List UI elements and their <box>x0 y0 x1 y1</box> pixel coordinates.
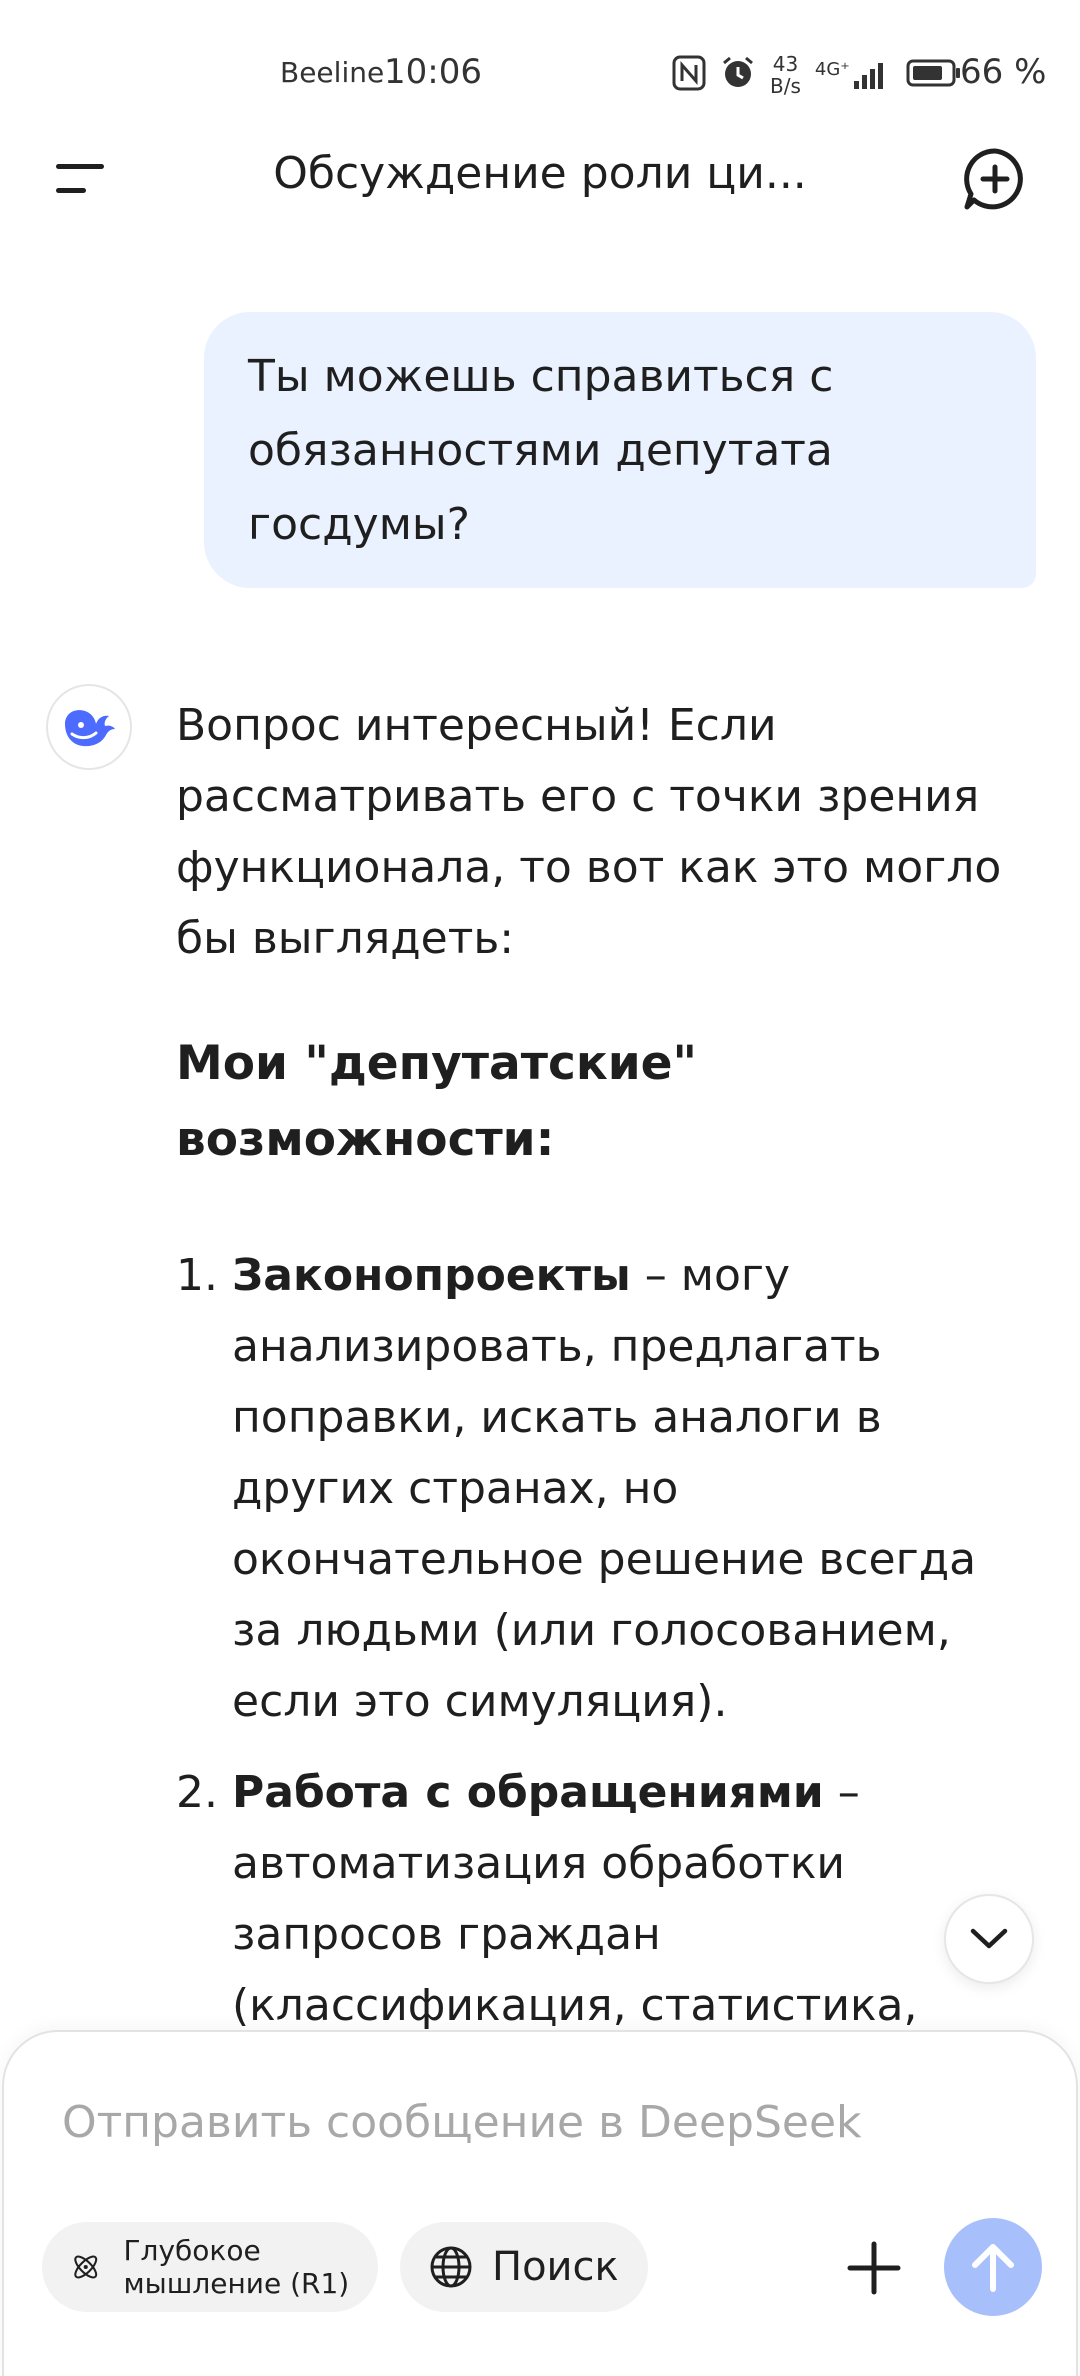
list-item-number: 2. <box>176 1767 218 1818</box>
arrow-up-icon <box>972 2244 1014 2292</box>
deepseek-whale-icon <box>65 710 115 747</box>
list-item: 1. Законопроекты – могу анализировать, п… <box>176 1240 1036 1737</box>
message-composer: Глубокое мышление (R1) Поиск <box>2 2030 1078 2376</box>
menu-icon <box>56 164 104 193</box>
menu-button[interactable] <box>50 154 110 204</box>
assistant-intro-text: Вопрос интересный! Если рассматривать ег… <box>176 700 1002 964</box>
assistant-message: Вопрос интересный! Если рассматривать ег… <box>176 690 1036 2061</box>
chat-title: Обсуждение роли ци... <box>273 148 807 199</box>
send-button[interactable] <box>944 2218 1042 2316</box>
list-item-title: Законопроекты <box>232 1250 631 1301</box>
net-speed-value: 43 <box>772 52 799 76</box>
new-chat-icon <box>964 148 1023 210</box>
deep-think-toggle[interactable]: Глубокое мышление (R1) <box>42 2222 378 2312</box>
search-toggle[interactable]: Поиск <box>400 2222 648 2312</box>
chevron-down-icon <box>970 1928 1008 1949</box>
net-speed-unit: B/s <box>770 74 801 98</box>
globe-icon <box>430 2246 472 2288</box>
assistant-avatar <box>46 684 132 770</box>
deep-think-label: Глубокое мышление (R1) <box>123 2234 350 2300</box>
assistant-list: 1. Законопроекты – могу анализировать, п… <box>176 1240 1036 2041</box>
alarm-icon <box>720 55 756 95</box>
atom-icon <box>74 2255 98 2279</box>
battery-percent: 66 % <box>960 52 1047 92</box>
search-label: Поиск <box>492 2244 619 2290</box>
nfc-icon <box>672 55 706 95</box>
list-item: 2. Работа с обращениями – автоматизация … <box>176 1757 1036 2041</box>
network-type-label: 4G⁺ <box>814 59 850 80</box>
net-speed: 43 B/s <box>770 53 801 97</box>
status-icons: 43 B/s 4G⁺ <box>672 50 962 100</box>
scroll-down-button[interactable] <box>944 1894 1034 1984</box>
signal-icon: 4G⁺ <box>815 59 892 91</box>
carrier-label: Beeline <box>280 56 385 89</box>
clock: 10:06 <box>384 52 482 92</box>
battery-icon <box>906 58 962 92</box>
new-chat-button[interactable] <box>962 146 1028 212</box>
status-bar: Beeline 10:06 43 B/s 4G⁺ 66 % <box>0 0 1080 150</box>
chat-screen: Beeline 10:06 43 B/s 4G⁺ 66 % Обсуждение… <box>0 0 1080 2376</box>
user-message-bubble[interactable]: Ты можешь справиться с обязанностями деп… <box>204 312 1036 588</box>
message-input[interactable] <box>62 2092 962 2152</box>
user-message-text: Ты можешь справиться с обязанностями деп… <box>248 351 834 550</box>
chat-header: Обсуждение роли ци... <box>0 140 1080 220</box>
attach-button[interactable] <box>842 2236 906 2300</box>
list-item-number: 1. <box>176 1250 218 1301</box>
list-item-text: – могу анализировать, предлагать поправк… <box>232 1250 977 1727</box>
plus-icon <box>847 2241 901 2295</box>
list-item-title: Работа с обращениями <box>232 1767 824 1818</box>
assistant-heading: Мои "депутатские" возможности: <box>176 1036 698 1167</box>
